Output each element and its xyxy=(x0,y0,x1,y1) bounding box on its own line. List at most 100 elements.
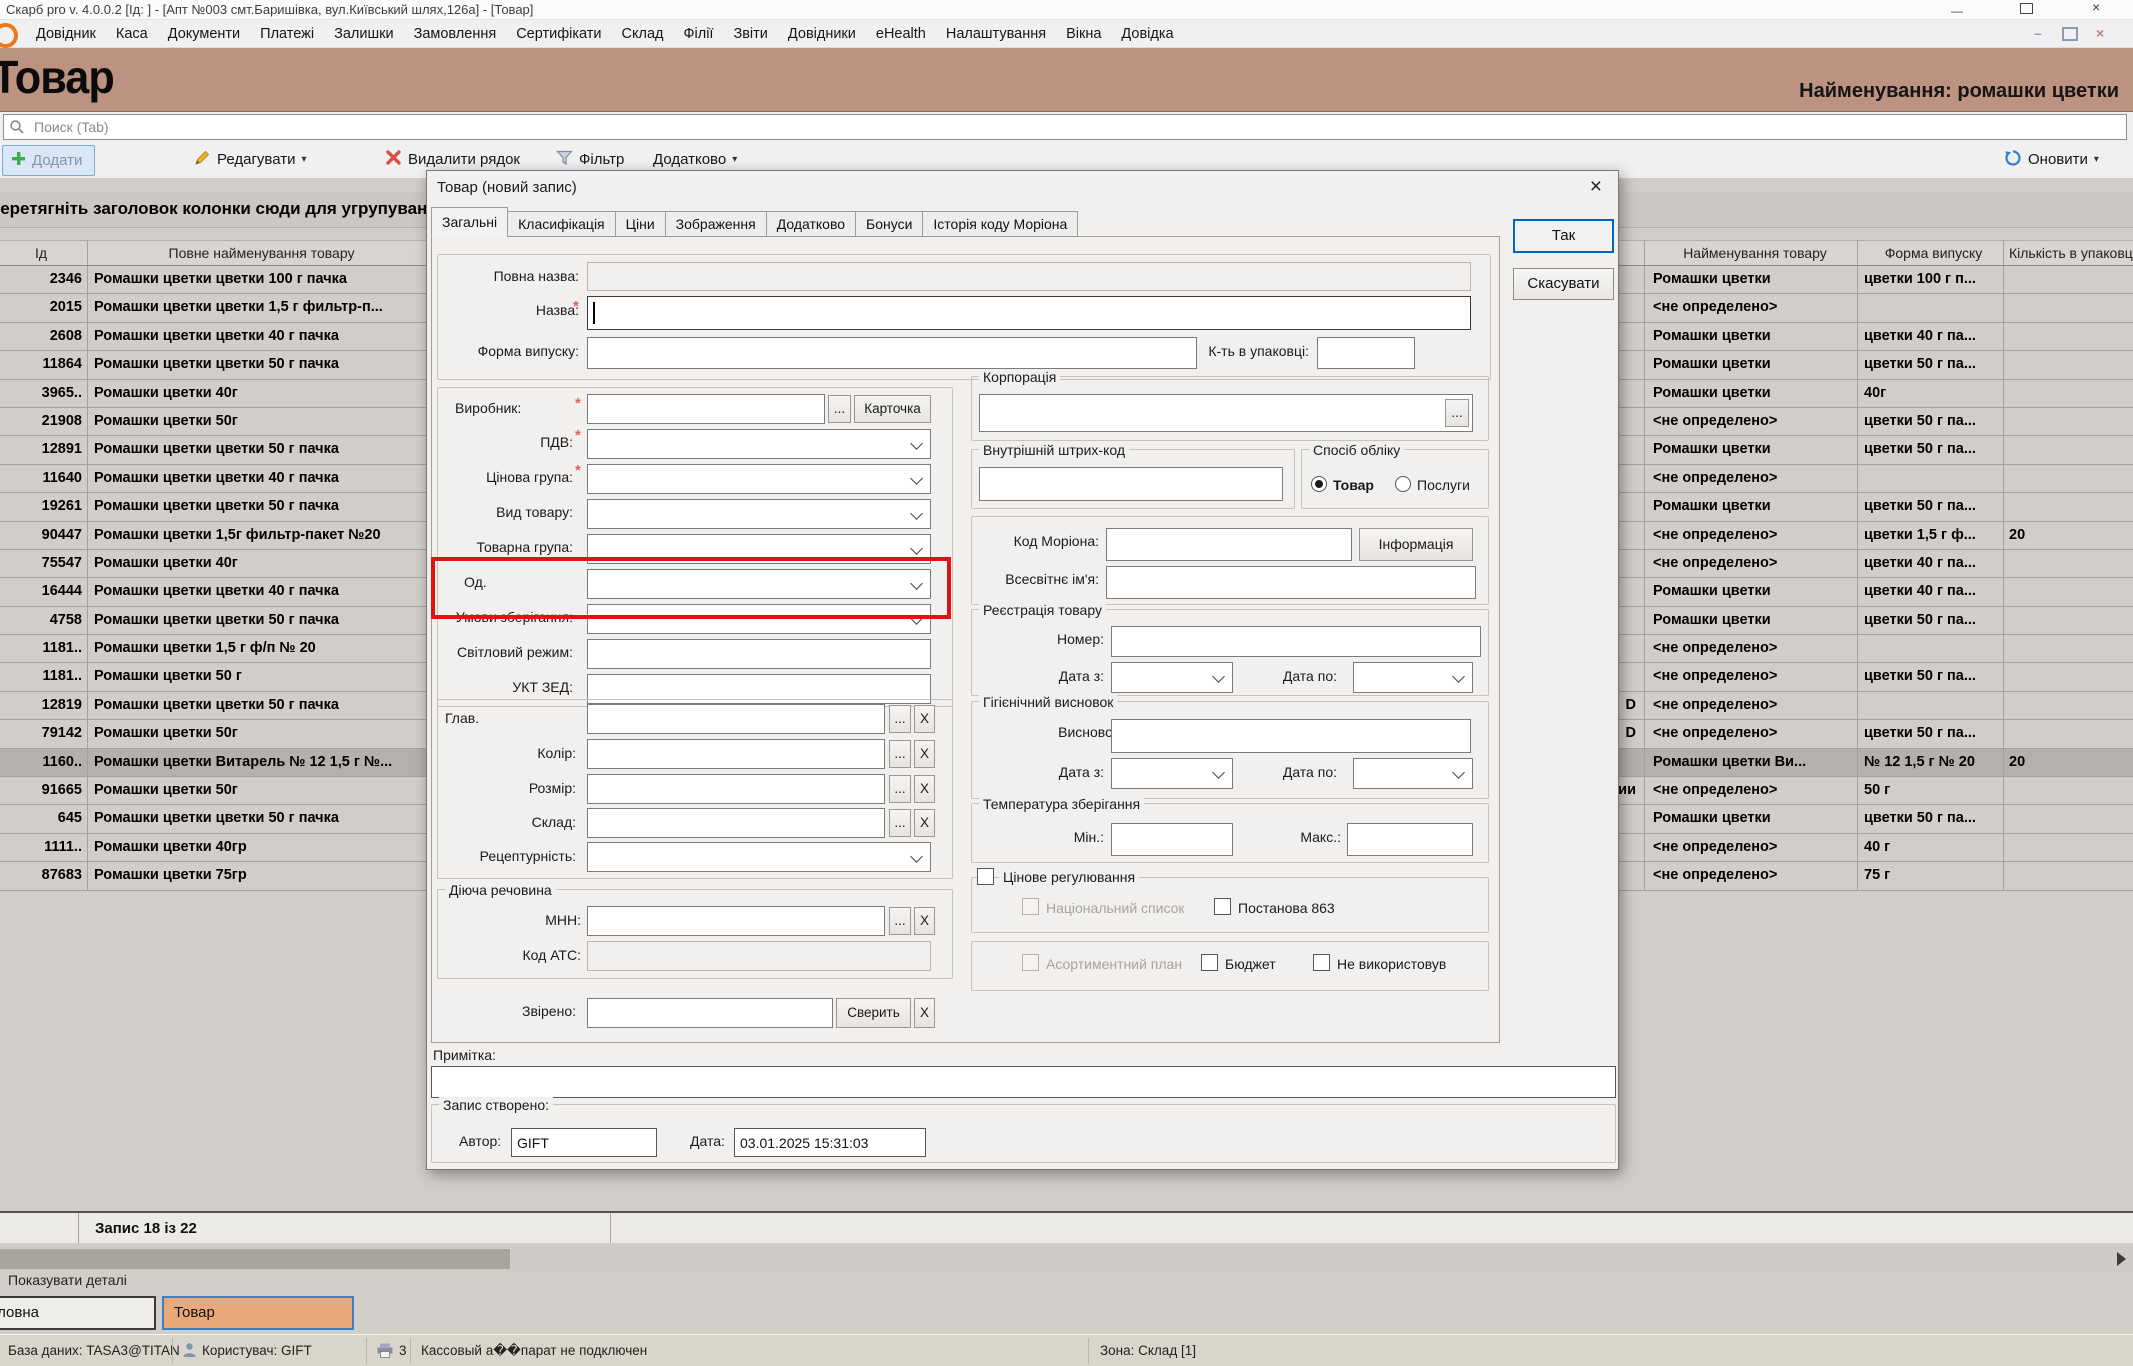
column-header-qty[interactable]: Кількість в упаковці xyxy=(2004,241,2133,265)
internal-barcode-input[interactable] xyxy=(979,467,1283,501)
reg-number-input[interactable] xyxy=(1111,626,1481,657)
price-regulation-label[interactable]: Цінове регулювання xyxy=(999,869,1140,885)
menu-item-1[interactable]: Каса xyxy=(106,26,158,42)
maximize-icon[interactable] xyxy=(2020,3,2033,14)
mdi-close-icon[interactable]: × xyxy=(2096,25,2104,41)
pack-qty-input[interactable] xyxy=(1317,337,1415,369)
conclusion-input[interactable] xyxy=(1111,719,1471,753)
reg-date-from-select[interactable] xyxy=(1111,662,1233,693)
note-input[interactable] xyxy=(431,1066,1616,1098)
morion-code-input[interactable] xyxy=(1106,528,1352,561)
hyg-date-to-select[interactable] xyxy=(1353,758,1473,789)
add-button[interactable]: Додати xyxy=(2,145,96,176)
vat-select[interactable] xyxy=(587,429,931,459)
verified-input[interactable] xyxy=(587,998,833,1028)
scrollbar-right-arrow-icon[interactable] xyxy=(2117,1252,2126,1266)
color-clear-button[interactable]: X xyxy=(914,740,935,768)
menu-item-12[interactable]: Налаштування xyxy=(936,26,1056,42)
main-input[interactable] xyxy=(587,704,885,734)
column-header-name[interactable]: Найменування товару xyxy=(1645,241,1858,265)
dialog-tab-2[interactable]: Ціни xyxy=(614,211,666,237)
min-input[interactable] xyxy=(1111,823,1233,856)
menu-item-7[interactable]: Склад xyxy=(612,26,674,42)
product-kind-select[interactable] xyxy=(587,499,931,529)
world-name-input[interactable] xyxy=(1106,566,1476,599)
verify-button[interactable]: Сверить xyxy=(836,998,911,1028)
prescription-select[interactable] xyxy=(587,842,931,872)
information-button[interactable]: Інформація xyxy=(1359,528,1473,561)
not-used-label[interactable]: Не використовув xyxy=(1337,956,1467,972)
resolution-863-checkbox[interactable] xyxy=(1214,898,1231,915)
main-ellipsis-button[interactable]: ... xyxy=(889,705,911,733)
corporation-input[interactable] xyxy=(979,394,1473,432)
tab-main[interactable]: Головна xyxy=(0,1296,156,1330)
dialog-tab-4[interactable]: Додатково xyxy=(765,211,857,237)
dialog-tab-0[interactable]: Загальні xyxy=(431,207,509,237)
column-header-id[interactable]: Ід xyxy=(0,241,88,265)
refresh-button[interactable]: Оновити ▾ xyxy=(2004,145,2099,174)
menu-item-5[interactable]: Замовлення xyxy=(404,26,507,42)
ok-button[interactable]: Так xyxy=(1513,219,1614,253)
budget-label[interactable]: Бюджет xyxy=(1225,956,1276,972)
column-header-full-name[interactable]: Повне найменування товару xyxy=(88,241,430,265)
menu-item-4[interactable]: Залишки xyxy=(324,26,403,42)
close-icon[interactable]: × xyxy=(2092,0,2100,14)
mdi-minimize-icon[interactable]: – xyxy=(2034,25,2042,41)
dialog-tab-5[interactable]: Бонуси xyxy=(855,211,924,237)
menu-item-13[interactable]: Вікна xyxy=(1056,26,1111,42)
size-clear-button[interactable]: X xyxy=(914,775,935,803)
size-input[interactable] xyxy=(587,774,885,804)
budget-checkbox[interactable] xyxy=(1201,954,1218,971)
menu-item-11[interactable]: eHealth xyxy=(866,26,936,42)
menu-item-3[interactable]: Платежі xyxy=(250,26,324,42)
warehouse-clear-button[interactable]: X xyxy=(914,809,935,837)
services-radio-label[interactable]: Послуги xyxy=(1417,477,1470,493)
edit-button[interactable]: Редагувати ▾ xyxy=(194,145,307,174)
mnn-input[interactable] xyxy=(587,906,885,936)
search-input[interactable] xyxy=(3,114,2127,140)
manufacturer-input[interactable] xyxy=(587,394,825,424)
dialog-close-icon[interactable]: × xyxy=(1590,175,1602,199)
price-regulation-checkbox[interactable] xyxy=(977,868,994,885)
scrollbar-thumb[interactable] xyxy=(0,1249,510,1269)
dialog-tab-1[interactable]: Класифікація xyxy=(507,211,616,237)
goods-radio-label[interactable]: Товар xyxy=(1333,477,1374,493)
not-used-checkbox[interactable] xyxy=(1313,954,1330,971)
warehouse-input[interactable] xyxy=(587,808,885,838)
reg-date-to-select[interactable] xyxy=(1353,662,1473,693)
column-header-form[interactable]: Форма випуску xyxy=(1858,241,2004,265)
menu-item-6[interactable]: Сертифікати xyxy=(506,26,611,42)
release-form-input[interactable] xyxy=(587,337,1197,369)
main-clear-button[interactable]: X xyxy=(914,705,935,733)
card-button[interactable]: Карточка xyxy=(854,395,931,423)
cancel-button[interactable]: Скасувати xyxy=(1513,268,1614,300)
horizontal-scrollbar[interactable] xyxy=(0,1246,2133,1272)
services-radio[interactable] xyxy=(1395,476,1411,492)
dialog-tab-3[interactable]: Зображення xyxy=(664,211,767,237)
dialog-tab-6[interactable]: Історія коду Моріона xyxy=(922,211,1079,237)
price-group-select[interactable] xyxy=(587,464,931,494)
max-input[interactable] xyxy=(1347,823,1473,856)
warehouse-ellipsis-button[interactable]: ... xyxy=(889,809,911,837)
color-input[interactable] xyxy=(587,739,885,769)
menu-item-2[interactable]: Документи xyxy=(158,26,250,42)
created-date-input[interactable] xyxy=(734,1128,926,1157)
size-ellipsis-button[interactable]: ... xyxy=(889,775,911,803)
manufacturer-ellipsis-button[interactable]: ... xyxy=(828,395,851,423)
menu-item-10[interactable]: Довідники xyxy=(778,26,866,42)
mdi-restore-icon[interactable] xyxy=(2062,27,2078,41)
mnn-clear-button[interactable]: X xyxy=(914,907,935,935)
menu-item-0[interactable]: Довідник xyxy=(26,26,106,42)
minimize-icon[interactable]: — xyxy=(1951,5,1963,17)
mnn-ellipsis-button[interactable]: ... xyxy=(889,907,911,935)
tab-product[interactable]: Товар xyxy=(162,1296,354,1330)
hyg-date-from-select[interactable] xyxy=(1111,758,1233,789)
verified-clear-button[interactable]: X xyxy=(914,998,935,1028)
name-input[interactable] xyxy=(587,296,1471,330)
menu-item-9[interactable]: Звіти xyxy=(723,26,777,42)
menu-item-14[interactable]: Довідка xyxy=(1111,26,1183,42)
corporation-ellipsis-button[interactable]: ... xyxy=(1445,399,1469,427)
light-mode-input[interactable] xyxy=(587,639,931,669)
goods-radio[interactable] xyxy=(1311,476,1327,492)
resolution-863-label[interactable]: Постанова 863 xyxy=(1238,900,1335,916)
